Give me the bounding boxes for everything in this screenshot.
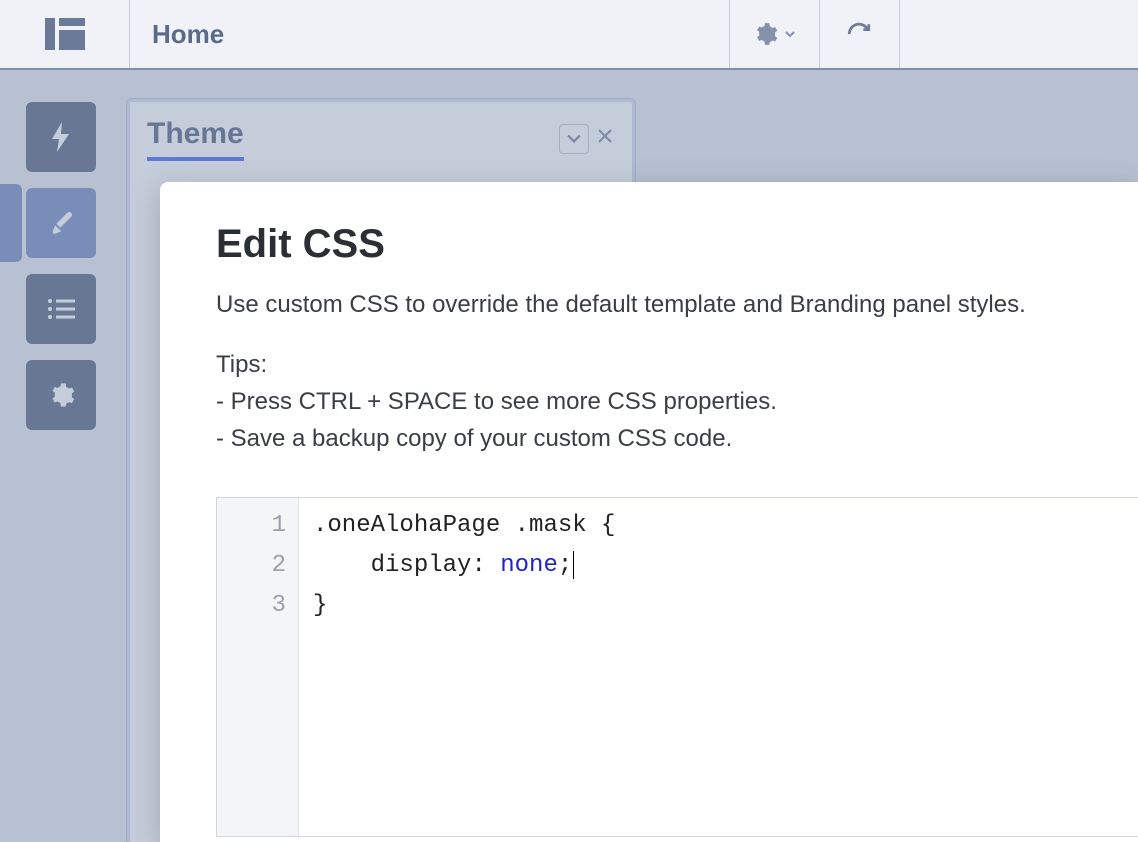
chevron-down-icon: [784, 28, 796, 40]
modal-title: Edit CSS: [216, 222, 1138, 267]
line-number: 3: [217, 586, 286, 626]
refresh-icon: [846, 21, 872, 47]
page-title: Home: [152, 19, 224, 50]
page-selector[interactable]: Home: [130, 0, 730, 68]
workspace: Theme Edit CSS Use custom CSS to overrid…: [0, 70, 1138, 842]
code-property: display: [371, 552, 472, 579]
editor-code[interactable]: .oneAlohaPage .mask { display: none; }: [299, 498, 629, 836]
editor-caret: [573, 551, 574, 579]
tips-label: Tips:: [216, 351, 1138, 379]
edit-css-modal: Edit CSS Use custom CSS to override the …: [160, 182, 1138, 842]
refresh-button[interactable]: [820, 0, 900, 68]
tip-line: - Save a backup copy of your custom CSS …: [216, 420, 1138, 457]
code-selector: .oneAlohaPage .mask: [313, 512, 587, 539]
code-colon: :: [471, 552, 500, 579]
modal-description: Use custom CSS to override the default t…: [216, 287, 1138, 323]
top-bar-spacer: [900, 0, 1138, 68]
app-logo[interactable]: [0, 0, 130, 68]
line-number: 1: [217, 506, 286, 546]
code-close-brace: }: [313, 592, 327, 619]
code-semicolon: ;: [558, 552, 572, 579]
gear-icon: [752, 21, 778, 47]
editor-gutter: 1 2 3: [217, 498, 299, 836]
tip-line: - Press CTRL + SPACE to see more CSS pro…: [216, 383, 1138, 420]
line-number: 2: [217, 546, 286, 586]
top-bar: Home: [0, 0, 1138, 70]
code-indent: [313, 552, 371, 579]
layout-icon: [45, 18, 85, 50]
code-value: none: [500, 552, 558, 579]
css-editor[interactable]: 1 2 3 .oneAlohaPage .mask { display: non…: [216, 497, 1138, 837]
page-settings-menu[interactable]: [730, 0, 820, 68]
code-brace: {: [587, 512, 616, 539]
